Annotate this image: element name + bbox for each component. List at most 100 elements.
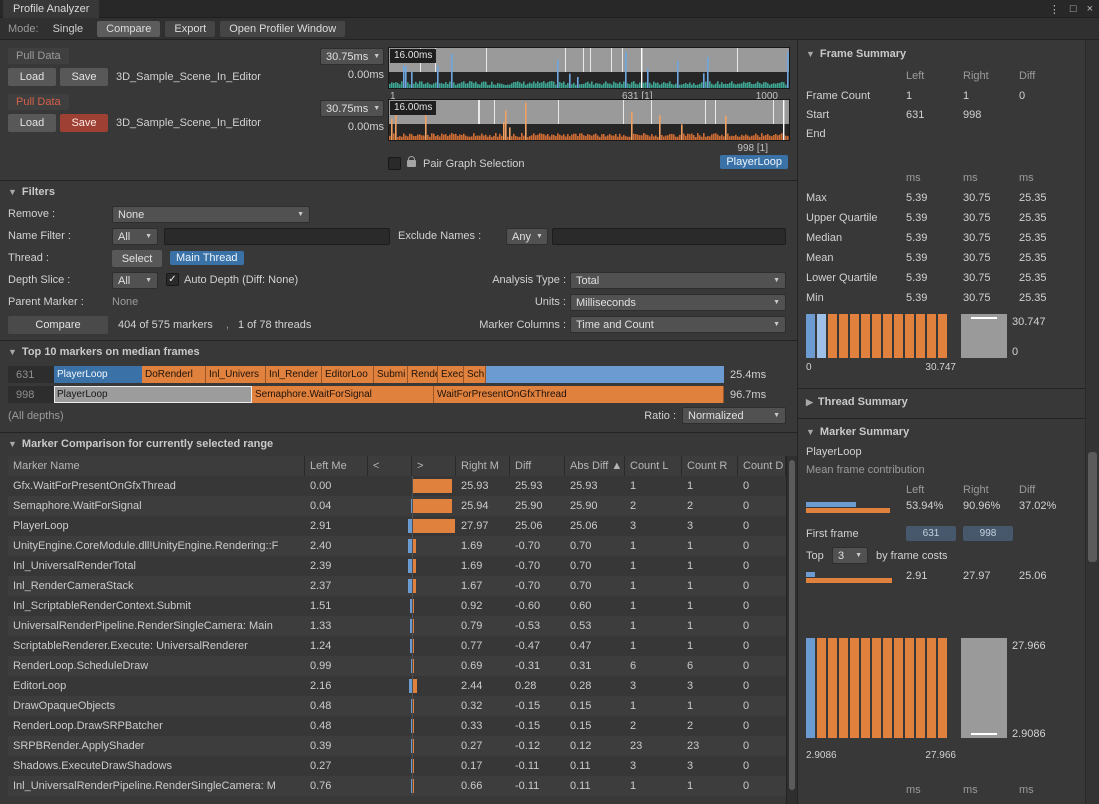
marker-segment[interactable]: Sch xyxy=(464,366,486,383)
column-header[interactable]: Right M xyxy=(456,456,510,476)
column-header[interactable]: > xyxy=(412,456,456,476)
load-button[interactable]: Load xyxy=(8,68,56,86)
units-dropdown[interactable]: Milliseconds ▼ xyxy=(570,294,786,311)
graph-scale-dropdown[interactable]: 30.75ms ▼ xyxy=(320,48,384,65)
column-header[interactable]: Abs Diff ▲ xyxy=(565,456,625,476)
export-button[interactable]: Export xyxy=(165,21,215,37)
depth-mode-dropdown[interactable]: All ▼ xyxy=(112,272,158,289)
cell: 2 xyxy=(625,496,682,516)
table-row[interactable]: UniversalRenderPipeline.RenderSingleCame… xyxy=(8,616,786,636)
table-row[interactable]: UnityEngine.CoreModule.dll!UnityEngine.R… xyxy=(8,536,786,556)
table-row[interactable]: PlayerLoop2.9127.9725.0625.06330 xyxy=(8,516,786,536)
menu-icon[interactable]: ⋮ xyxy=(1049,3,1060,16)
pair-graph-checkbox[interactable] xyxy=(388,157,401,170)
marker-segment[interactable]: PlayerLoop xyxy=(54,386,252,403)
row-total-ms: 96.7ms xyxy=(730,389,766,401)
first-frame-right-button[interactable]: 998 xyxy=(963,526,1013,541)
name-filter-mode-dropdown[interactable]: All ▼ xyxy=(112,228,158,245)
scrollbar-thumb[interactable] xyxy=(789,460,795,790)
exclude-mode-dropdown[interactable]: Any ▼ xyxy=(506,228,548,245)
mode-single-tab[interactable]: Single xyxy=(44,21,93,37)
maximize-icon[interactable]: □ xyxy=(1070,3,1077,15)
exclude-names-input[interactable] xyxy=(552,228,786,245)
panel-scrollbar[interactable] xyxy=(1085,40,1099,804)
table-row[interactable]: Gfx.WaitForPresentOnGfxThread0.0025.9325… xyxy=(8,476,786,496)
right-value-bar xyxy=(413,499,452,513)
remove-dropdown[interactable]: None ▼ xyxy=(112,206,310,223)
window-tab[interactable]: Profile Analyzer xyxy=(3,0,99,18)
open-profiler-button[interactable]: Open Profiler Window xyxy=(220,21,345,37)
marker-columns-dropdown[interactable]: Time and Count ▼ xyxy=(570,316,786,333)
analysis-type-dropdown[interactable]: Total ▼ xyxy=(570,272,786,289)
cell: 1 xyxy=(682,556,738,576)
auto-depth-checkbox[interactable]: ✓ xyxy=(166,273,179,286)
frame-index-label[interactable]: 998 xyxy=(8,386,54,403)
table-row[interactable]: Inl_RenderCameraStack2.371.67-0.700.7011… xyxy=(8,576,786,596)
marker-summary-header[interactable]: ▼Marker Summary xyxy=(806,426,909,438)
marker-segment[interactable]: WaitForPresentOnGfxThread xyxy=(434,386,724,403)
value: ms xyxy=(1019,172,1034,184)
frame-time-graph-left[interactable]: 16.00ms xyxy=(388,47,790,89)
marker-segment[interactable]: PlayerLoop xyxy=(54,366,142,383)
thread-summary-header[interactable]: ▶Thread Summary xyxy=(806,396,908,408)
save-button[interactable]: Save xyxy=(60,68,108,86)
frame-summary-header[interactable]: ▼Frame Summary xyxy=(806,48,906,60)
table-row[interactable]: DrawOpaqueObjects0.480.32-0.150.15110 xyxy=(8,696,786,716)
marker-segment[interactable]: Submi xyxy=(374,366,408,383)
marker-segment[interactable]: DoRenderl xyxy=(142,366,206,383)
table-row[interactable]: SRPBRender.ApplyShader0.390.27-0.120.122… xyxy=(8,736,786,756)
title-bar: Profile Analyzer ⋮ □ × xyxy=(0,0,1099,18)
top10-header[interactable]: ▼Top 10 markers on median frames xyxy=(8,346,200,358)
selected-marker-chip[interactable]: PlayerLoop xyxy=(720,155,788,169)
filters-header[interactable]: ▼Filters xyxy=(8,186,55,198)
thread-select-button[interactable]: Select xyxy=(112,250,162,267)
table-row[interactable]: RenderLoop.DrawSRPBatcher0.480.33-0.150.… xyxy=(8,716,786,736)
table-row[interactable]: ScriptableRenderer.Execute: UniversalRen… xyxy=(8,636,786,656)
graph-scale-dropdown[interactable]: 30.75ms ▼ xyxy=(320,100,384,117)
thread-value-chip[interactable]: Main Thread xyxy=(170,251,244,265)
row-label: End xyxy=(806,128,826,140)
cell: 3 xyxy=(625,676,682,696)
ratio-dropdown[interactable]: Normalized ▼ xyxy=(682,407,786,424)
column-header[interactable]: Count L xyxy=(625,456,682,476)
save-button[interactable]: Save xyxy=(60,114,108,132)
close-icon[interactable]: × xyxy=(1087,3,1093,15)
table-row[interactable]: Inl_UniversalRenderPipeline.RenderSingle… xyxy=(8,776,786,796)
table-row[interactable]: Semaphore.WaitForSignal0.0425.9425.9025.… xyxy=(8,496,786,516)
load-button[interactable]: Load xyxy=(8,114,56,132)
cell: 25.90 xyxy=(510,496,565,516)
pull-data-label[interactable]: Pull Data xyxy=(8,94,69,110)
column-header[interactable]: Left Me xyxy=(305,456,368,476)
frame-index-label[interactable]: 631 xyxy=(8,366,54,383)
table-row[interactable]: Inl_ScriptableRenderContext.Submit1.510.… xyxy=(8,596,786,616)
table-row[interactable]: EditorLoop2.162.440.280.28330 xyxy=(8,676,786,696)
column-header[interactable]: Count D xyxy=(738,456,786,476)
marker-segment[interactable] xyxy=(486,366,724,383)
marker-comparison-header[interactable]: ▼Marker Comparison for currently selecte… xyxy=(8,438,273,450)
table-scrollbar[interactable] xyxy=(786,456,797,804)
mode-compare-tab[interactable]: Compare xyxy=(97,21,160,37)
column-header[interactable]: < xyxy=(368,456,412,476)
marker-segment[interactable]: Exec xyxy=(438,366,464,383)
top-count-dropdown[interactable]: 3 ▼ xyxy=(832,547,868,564)
marker-segment[interactable]: EditorLoo xyxy=(322,366,374,383)
column-header[interactable]: Count R xyxy=(682,456,738,476)
table-row[interactable]: RenderLoop.ScheduleDraw0.990.69-0.310.31… xyxy=(8,656,786,676)
column-header[interactable]: Marker Name xyxy=(8,456,305,476)
cell: 1.33 xyxy=(305,616,368,636)
scrollbar-thumb[interactable] xyxy=(1088,452,1097,562)
value: ms xyxy=(1019,784,1034,796)
marker-segment[interactable]: Semaphore.WaitForSignal xyxy=(252,386,434,403)
marker-segment[interactable]: Inl_Univers xyxy=(206,366,266,383)
frame-time-graph-right[interactable]: 16.00ms xyxy=(388,99,790,141)
table-row[interactable]: Shadows.ExecuteDrawShadows0.270.17-0.110… xyxy=(8,756,786,776)
compare-button[interactable]: Compare xyxy=(8,316,108,334)
marker-segment[interactable]: Inl_Render xyxy=(266,366,322,383)
column-header[interactable]: Diff xyxy=(510,456,565,476)
first-frame-left-button[interactable]: 631 xyxy=(906,526,956,541)
table-row[interactable]: Inl_UniversalRenderTotal2.391.69-0.700.7… xyxy=(8,556,786,576)
marker-segment[interactable]: Rende xyxy=(408,366,438,383)
name-filter-input[interactable] xyxy=(164,228,390,245)
chevron-down-icon: ▼ xyxy=(773,277,780,284)
pull-data-label[interactable]: Pull Data xyxy=(8,48,69,64)
